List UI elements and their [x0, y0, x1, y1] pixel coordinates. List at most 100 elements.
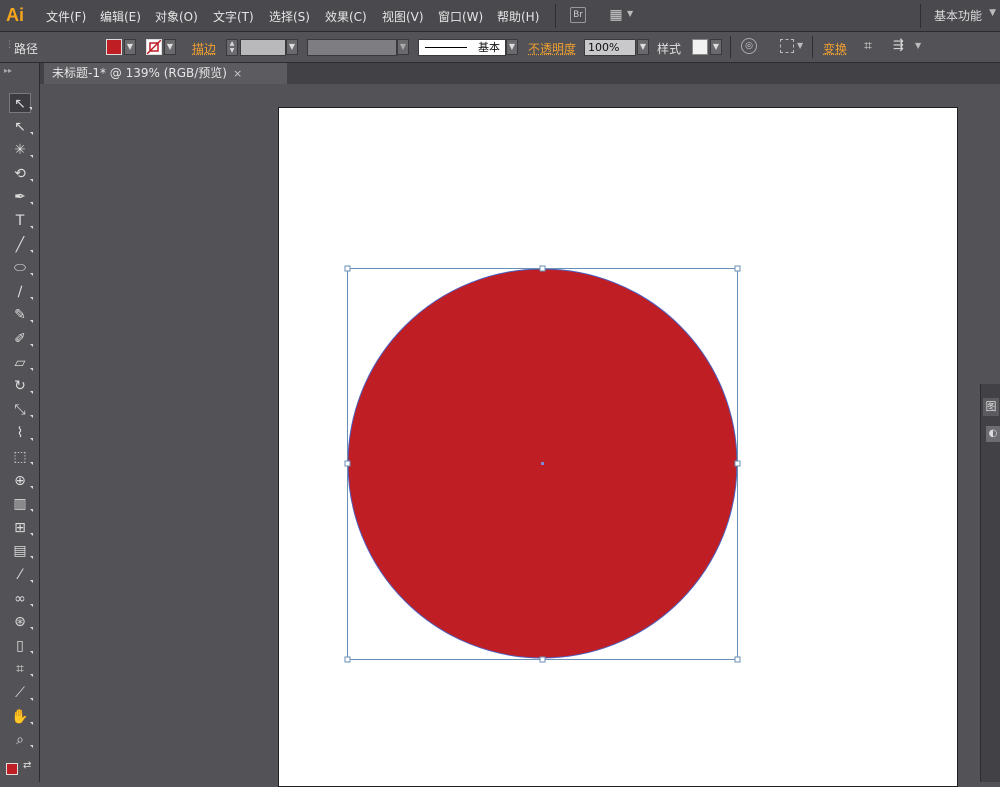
ellipse-tool-icon[interactable]: ⬭ — [9, 258, 33, 278]
handle-top-center[interactable] — [539, 265, 546, 272]
arrange-dropdown-icon[interactable]: ▼ — [627, 9, 633, 18]
handle-top-right[interactable] — [734, 265, 741, 272]
panel-menu-icon[interactable]: ⇶ — [893, 38, 904, 53]
handle-top-left[interactable] — [344, 265, 351, 272]
blob-brush-tool-icon[interactable]: ✐ — [9, 329, 33, 349]
tools-panel-collapse-icon[interactable]: ▸▸ — [4, 66, 12, 75]
handle-middle-right[interactable] — [734, 460, 741, 467]
stroke-label[interactable]: 描边 — [192, 40, 216, 57]
transform-label[interactable]: 变换 — [823, 40, 847, 57]
handle-middle-left[interactable] — [344, 460, 351, 467]
symbol-sprayer-tool-icon[interactable]: ⊛ — [9, 612, 33, 632]
menu-edit[interactable]: 编辑(E) — [100, 8, 141, 25]
panel-menu-dropdown-icon[interactable]: ▼ — [915, 41, 921, 50]
line-tool-icon[interactable]: ╱ — [9, 235, 33, 255]
align-selection-icon[interactable] — [780, 39, 794, 53]
shape-builder-tool-icon[interactable]: ⊕ — [9, 471, 33, 491]
pen-tool-icon[interactable]: ✒ — [9, 187, 33, 207]
perspective-grid-tool-icon[interactable]: ▥ — [9, 494, 33, 514]
control-bar: ⋮ 路径 ▼ ▼ 描边 ▲ ▼ ▼ ▼ 基本 ▼ 不透明度 100% ▼ 样式 ▼… — [0, 32, 1000, 63]
eraser-tool-icon[interactable]: ▱ — [9, 353, 33, 373]
canvas-area[interactable] — [40, 84, 980, 787]
opacity-dropdown-icon[interactable]: ▼ — [637, 39, 649, 55]
menu-select[interactable]: 选择(S) — [269, 8, 310, 25]
handle-bottom-right[interactable] — [734, 656, 741, 663]
workspace-switcher[interactable]: 基本功能 — [934, 7, 982, 24]
recolor-artwork-icon[interactable]: ◎ — [741, 38, 757, 54]
stroke-dropdown-icon[interactable]: ▼ — [164, 39, 176, 55]
control-separator-2 — [812, 36, 813, 58]
close-tab-icon[interactable]: × — [233, 63, 242, 84]
zoom-tool-icon[interactable]: ⌕ — [9, 730, 33, 750]
bridge-icon[interactable]: Br — [570, 7, 586, 23]
blend-tool-icon[interactable]: ∞ — [9, 589, 33, 609]
opacity-field[interactable]: 100% — [584, 39, 636, 56]
stroke-weight-stepper[interactable]: ▲ ▼ — [226, 39, 238, 56]
menu-effect[interactable]: 效果(C) — [325, 8, 367, 25]
menu-view[interactable]: 视图(V) — [382, 8, 424, 25]
paintbrush-tool-icon[interactable]: ∕ — [9, 282, 33, 302]
mesh-tool-icon[interactable]: ⊞ — [9, 518, 33, 538]
rotate-tool-icon[interactable]: ↻ — [9, 376, 33, 396]
brush-definition-dropdown-icon[interactable]: ▼ — [506, 39, 518, 55]
hand-tool-icon[interactable]: ✋ — [9, 707, 33, 727]
fill-dropdown-icon[interactable]: ▼ — [124, 39, 136, 55]
center-point-marker — [541, 462, 544, 465]
graphic-style-dropdown-icon[interactable]: ▼ — [710, 39, 722, 55]
column-graph-tool-icon[interactable]: ▯ — [9, 636, 33, 656]
stroke-weight-field[interactable] — [240, 39, 286, 56]
document-tab-strip: 未标题-1* @ 139% (RGB/预览) × — [40, 63, 1000, 84]
lasso-tool-icon[interactable]: ⟲ — [9, 164, 33, 184]
menu-window[interactable]: 窗口(W) — [438, 8, 483, 25]
opacity-label[interactable]: 不透明度 — [528, 40, 576, 57]
warp-tool-icon[interactable]: ⌇ — [9, 423, 33, 443]
handle-bottom-center[interactable] — [539, 656, 546, 663]
menu-type[interactable]: 文字(T) — [213, 8, 254, 25]
style-label: 样式 — [657, 42, 682, 56]
brush-definition-value: 基本 — [478, 41, 500, 54]
menu-help[interactable]: 帮助(H) — [497, 8, 539, 25]
variable-width-profile-field[interactable] — [307, 39, 397, 56]
free-transform-tool-icon[interactable]: ⬚ — [9, 447, 33, 467]
menu-file[interactable]: 文件(F) — [46, 8, 86, 25]
document-tab-title: 未标题-1* @ 139% (RGB/预览) — [52, 66, 227, 80]
direct-selection-tool-icon[interactable]: ↖ — [9, 117, 33, 137]
slice-tool-icon[interactable]: ⟋ — [9, 683, 33, 703]
artwork-layer — [344, 265, 741, 663]
workspace-dropdown-icon[interactable]: ▼ — [989, 8, 996, 18]
brush-definition-field[interactable]: 基本 — [418, 39, 506, 56]
stroke-weight-dropdown-icon[interactable]: ▼ — [286, 39, 298, 55]
align-dropdown-icon[interactable]: ▼ — [797, 41, 803, 50]
isolate-object-icon[interactable]: ⌗ — [864, 38, 872, 54]
type-tool-icon[interactable]: T — [9, 211, 33, 231]
fill-stroke-indicator-icon[interactable] — [6, 763, 18, 775]
magic-wand-tool-icon[interactable]: ✳ — [9, 140, 33, 160]
fill-swatch[interactable] — [106, 39, 122, 55]
control-bar-grip-icon: ⋮ — [5, 40, 14, 50]
pencil-tool-icon[interactable]: ✎ — [9, 305, 33, 325]
variable-width-dropdown-icon[interactable]: ▼ — [397, 39, 409, 55]
graphic-style-swatch[interactable] — [692, 39, 708, 55]
control-separator — [730, 36, 731, 58]
swap-fill-stroke-icon[interactable]: ⇄ — [23, 760, 31, 771]
handle-bottom-left[interactable] — [344, 656, 351, 663]
tools-panel: ▸▸ ↖ ↖ ✳ ⟲ ✒ T ╱ ⬭ ∕ ✎ ✐ ▱ ↻ ⤡ ⌇ ⬚ ⊕ ▥ ⊞ ▤ ⁄ ∞ ⊛ ▯ ⌗ ⟋ ✋ ⌕ ⇄ — [0, 63, 40, 782]
stroke-swatch[interactable] — [146, 39, 162, 55]
eyedropper-tool-icon[interactable]: ⁄ — [9, 565, 33, 585]
menu-object[interactable]: 对象(O) — [155, 8, 198, 25]
panel-icon[interactable]: ◐ — [986, 426, 1000, 442]
menubar-separator-right — [920, 4, 921, 28]
arrange-documents-icon[interactable]: ▦ — [607, 7, 625, 23]
menubar-separator — [555, 4, 556, 28]
panel-tab[interactable]: 图 — [983, 398, 999, 416]
selection-type-label: 路径 — [14, 42, 39, 56]
document-tab[interactable]: 未标题-1* @ 139% (RGB/预览) × — [44, 63, 287, 84]
artboard-tool-icon[interactable]: ⌗ — [9, 659, 33, 679]
stroke-line-preview — [425, 47, 467, 48]
app-logo: Ai — [6, 5, 24, 25]
gradient-tool-icon[interactable]: ▤ — [9, 541, 33, 561]
menu-bar: Ai 文件(F) 编辑(E) 对象(O) 文字(T) 选择(S) 效果(C) 视… — [0, 0, 1000, 32]
scale-tool-icon[interactable]: ⤡ — [9, 400, 33, 420]
no-stroke-icon — [147, 40, 161, 54]
selection-tool-icon[interactable]: ↖ — [9, 93, 32, 113]
